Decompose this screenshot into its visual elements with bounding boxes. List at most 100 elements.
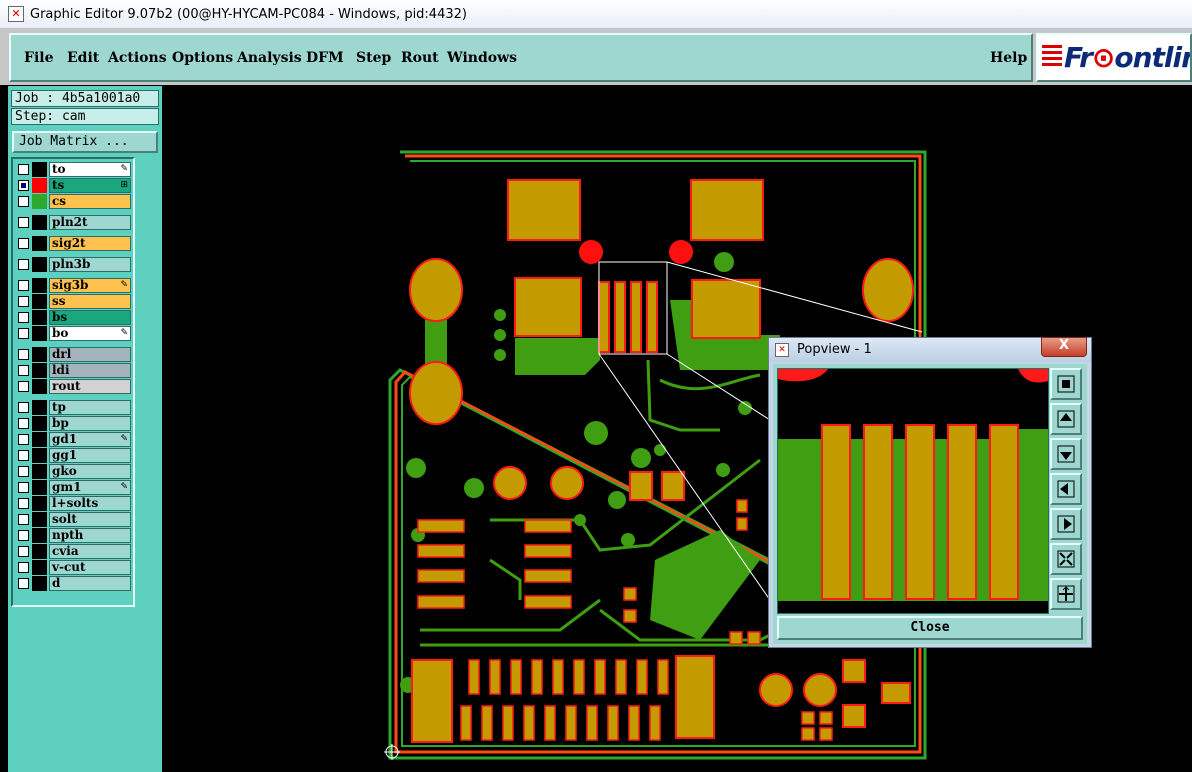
layer-row-ts[interactable]: ts ⊞ [15, 178, 133, 193]
layer-row-npth[interactable]: npth [15, 528, 133, 543]
pan-down-button[interactable] [1050, 438, 1082, 470]
layer-checkbox[interactable] [18, 514, 29, 525]
layer-checkbox[interactable] [18, 196, 29, 207]
layer-row-bp[interactable]: bp [15, 416, 133, 431]
layer-checkbox[interactable] [18, 498, 29, 509]
layer-color-swatch[interactable] [32, 194, 47, 209]
layer-color-swatch[interactable] [32, 326, 47, 341]
layer-color-swatch[interactable] [32, 496, 47, 511]
popview-zoom-view[interactable] [777, 368, 1049, 614]
layer-name[interactable]: gd1 ✎ [49, 432, 131, 447]
layer-row-ldi[interactable]: ldi [15, 363, 133, 378]
layer-name[interactable]: pln2t [49, 215, 131, 230]
layer-checkbox[interactable] [18, 381, 29, 392]
layer-checkbox[interactable] [18, 312, 29, 323]
layer-name[interactable]: drl [49, 347, 131, 362]
popview-titlebar[interactable]: ✕ Popview - 1 X [769, 337, 1091, 362]
layer-checkbox[interactable] [18, 180, 29, 191]
layer-row-to[interactable]: to ✎ [15, 162, 133, 177]
menu-analysis[interactable]: Analysis [237, 50, 302, 66]
layer-name[interactable]: ts ⊞ [49, 178, 131, 193]
layer-color-swatch[interactable] [32, 480, 47, 495]
layer-row-bs[interactable]: bs [15, 310, 133, 325]
layer-checkbox[interactable] [18, 280, 29, 291]
layer-name[interactable]: ldi [49, 363, 131, 378]
layer-row-tp[interactable]: tp [15, 400, 133, 415]
layer-name[interactable]: npth [49, 528, 131, 543]
layer-color-swatch[interactable] [32, 512, 47, 527]
layer-name[interactable]: gm1 ✎ [49, 480, 131, 495]
layer-row-sig2t[interactable]: sig2t [15, 236, 133, 251]
layer-checkbox[interactable] [18, 530, 29, 541]
layer-name[interactable]: ss [49, 294, 131, 309]
layer-row-solt[interactable]: solt [15, 512, 133, 527]
zoom-fit-button[interactable] [1050, 368, 1082, 400]
pan-right-button[interactable] [1050, 508, 1082, 540]
layer-name[interactable]: gg1 [49, 448, 131, 463]
popview-close-x-button[interactable]: X [1041, 337, 1087, 357]
layer-color-swatch[interactable] [32, 528, 47, 543]
layer-row-gko[interactable]: gko [15, 464, 133, 479]
layer-color-swatch[interactable] [32, 236, 47, 251]
layer-color-swatch[interactable] [32, 400, 47, 415]
layer-checkbox[interactable] [18, 164, 29, 175]
layer-name[interactable]: pln3b [49, 257, 131, 272]
layer-checkbox[interactable] [18, 482, 29, 493]
menu-step[interactable]: Step [356, 50, 391, 66]
menu-help[interactable]: Help [990, 50, 1027, 66]
layer-row-d[interactable]: d [15, 576, 133, 591]
layer-checkbox[interactable] [18, 238, 29, 249]
layer-name[interactable]: solt [49, 512, 131, 527]
layer-row-pln3b[interactable]: pln3b [15, 257, 133, 272]
menu-edit[interactable]: Edit [67, 50, 99, 66]
layer-color-swatch[interactable] [32, 162, 47, 177]
layer-name[interactable]: v-cut [49, 560, 131, 575]
popview-close-button[interactable]: Close [777, 616, 1083, 640]
layer-color-swatch[interactable] [32, 294, 47, 309]
layer-row-ss[interactable]: ss [15, 294, 133, 309]
layer-color-swatch[interactable] [32, 257, 47, 272]
layer-color-swatch[interactable] [32, 363, 47, 378]
layer-color-swatch[interactable] [32, 464, 47, 479]
layer-checkbox[interactable] [18, 434, 29, 445]
layer-row-gg1[interactable]: gg1 [15, 448, 133, 463]
layer-color-swatch[interactable] [32, 576, 47, 591]
layer-name[interactable]: bo ✎ [49, 326, 131, 341]
layer-checkbox[interactable] [18, 578, 29, 589]
job-matrix-button[interactable]: Job Matrix ... [12, 131, 158, 153]
layer-color-swatch[interactable] [32, 416, 47, 431]
pan-left-button[interactable] [1050, 473, 1082, 505]
layer-color-swatch[interactable] [32, 178, 47, 193]
layer-name[interactable]: sig3b ✎ [49, 278, 131, 293]
zoom-out-button[interactable] [1050, 578, 1082, 610]
layer-row-v-cut[interactable]: v-cut [15, 560, 133, 575]
layer-name[interactable]: tp [49, 400, 131, 415]
layer-color-swatch[interactable] [32, 432, 47, 447]
layer-checkbox[interactable] [18, 217, 29, 228]
layer-row-bo[interactable]: bo ✎ [15, 326, 133, 341]
menu-rout[interactable]: Rout [401, 50, 439, 66]
layer-name[interactable]: l+solts [49, 496, 131, 511]
layer-checkbox[interactable] [18, 328, 29, 339]
layer-checkbox[interactable] [18, 466, 29, 477]
layer-row-gd1[interactable]: gd1 ✎ [15, 432, 133, 447]
layer-row-gm1[interactable]: gm1 ✎ [15, 480, 133, 495]
layer-row-cvia[interactable]: cvia [15, 544, 133, 559]
menu-actions[interactable]: Actions [108, 50, 167, 66]
layer-checkbox[interactable] [18, 365, 29, 376]
layer-name[interactable]: rout [49, 379, 131, 394]
menu-file[interactable]: File [24, 50, 53, 66]
layer-list[interactable]: to ✎ ts ⊞ cs pln2t sig2t pln3b sig3b ✎ ss bs bo ✎ drl l… [11, 157, 135, 607]
layer-color-swatch[interactable] [32, 560, 47, 575]
layer-name[interactable]: cvia [49, 544, 131, 559]
layer-row-rout[interactable]: rout [15, 379, 133, 394]
popview-window[interactable]: ✕ Popview - 1 X Close [768, 337, 1092, 648]
layer-checkbox[interactable] [18, 296, 29, 307]
layer-checkbox[interactable] [18, 546, 29, 557]
layer-checkbox[interactable] [18, 259, 29, 270]
layer-name[interactable]: gko [49, 464, 131, 479]
menu-windows[interactable]: Windows [447, 50, 517, 66]
layer-checkbox[interactable] [18, 450, 29, 461]
layer-color-swatch[interactable] [32, 347, 47, 362]
layer-name[interactable]: sig2t [49, 236, 131, 251]
